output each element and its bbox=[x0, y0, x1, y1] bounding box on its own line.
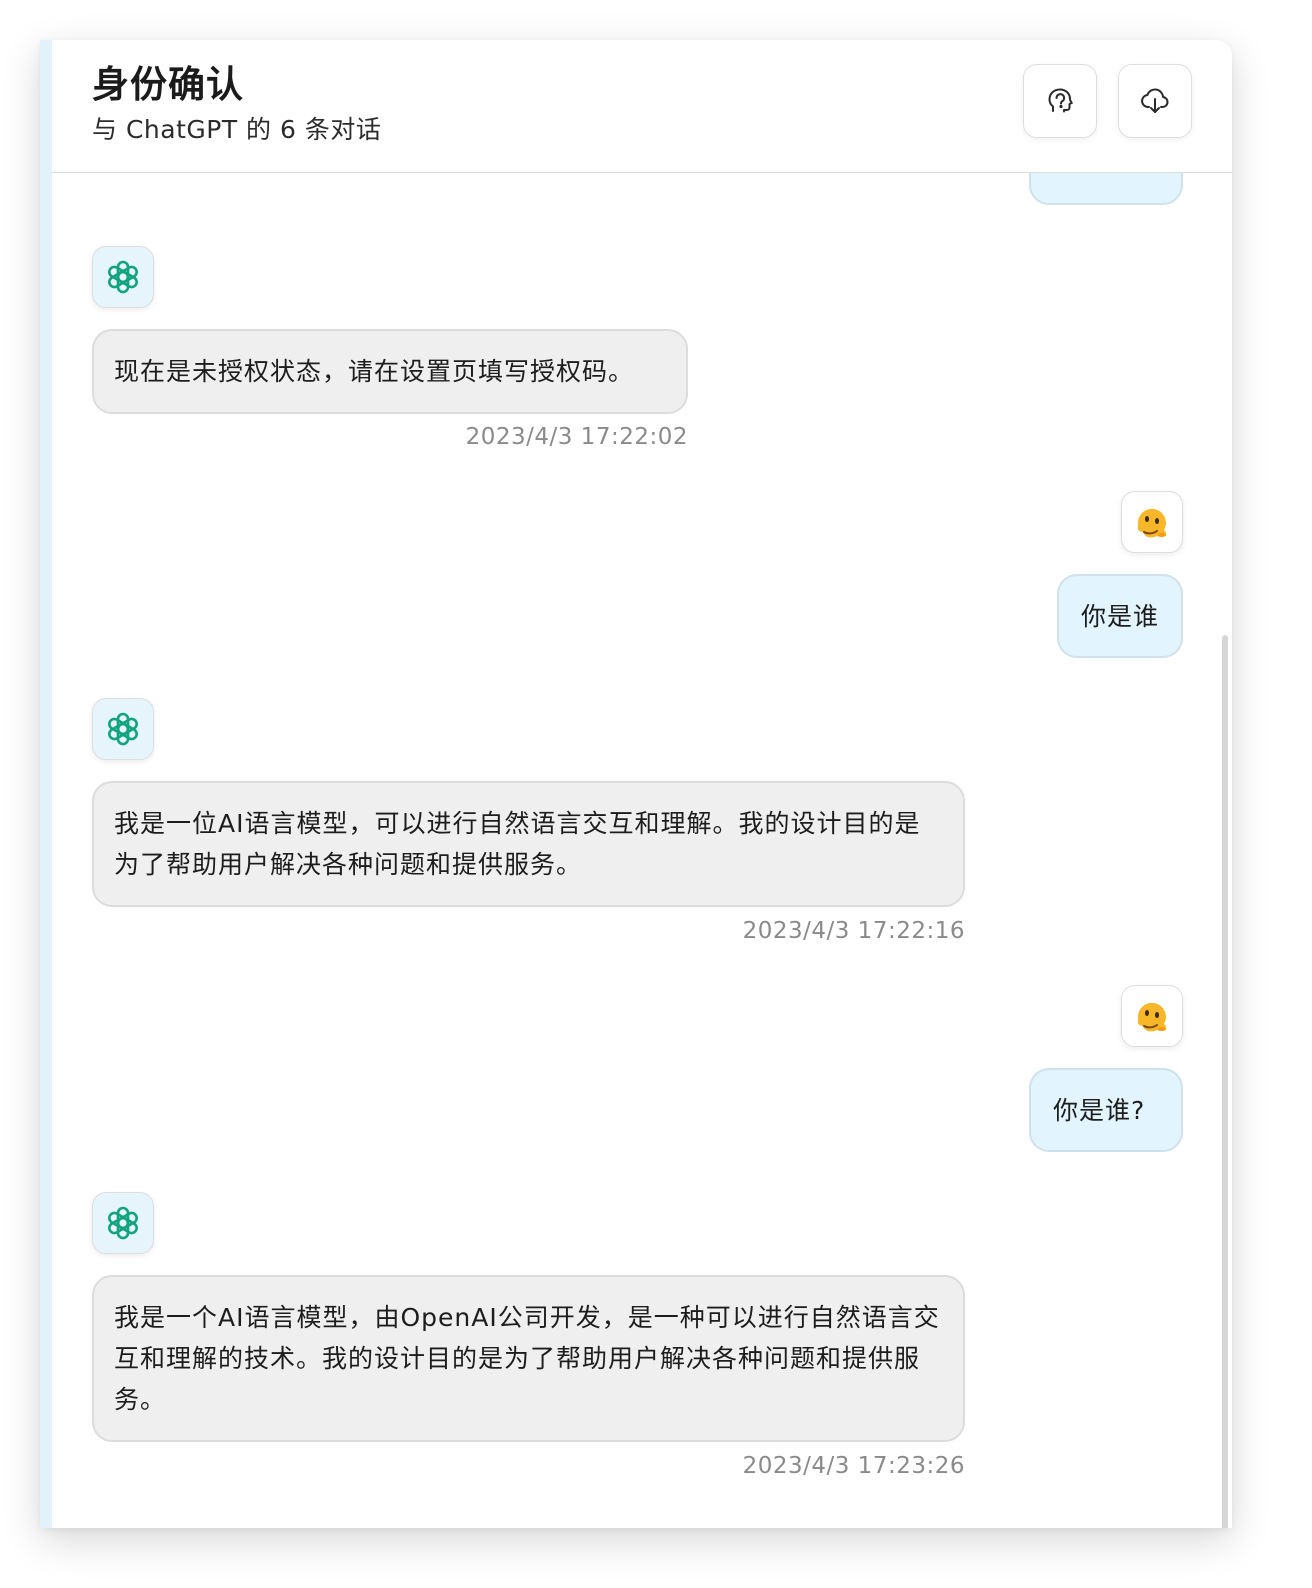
openai-logo-icon bbox=[108, 712, 138, 746]
bot-message-bubble: 我是一位AI语言模型，可以进行自然语言交互和理解。我的设计目的是为了帮助用户解决… bbox=[92, 781, 965, 907]
conversation-title: 身份确认 bbox=[92, 63, 244, 106]
message-timestamp: 2023/4/3 17:22:02 bbox=[465, 424, 688, 450]
bot-message-text: 我是一个AI语言模型，由OpenAI公司开发，是一种可以进行自然语言交互和理解的… bbox=[114, 1303, 940, 1414]
bot-message-text: 现在是未授权状态，请在设置页填写授权码。 bbox=[114, 357, 635, 386]
cloud-download-icon bbox=[1141, 88, 1169, 113]
window-left-accent bbox=[40, 40, 52, 1528]
user-message-bubble: 你是谁 bbox=[1057, 574, 1183, 658]
previous-user-message-bubble bbox=[1029, 173, 1183, 205]
brain-icon bbox=[1048, 88, 1073, 113]
chat-scroll-area[interactable]: 现在是未授权状态，请在设置页填写授权码。 2023/4/3 17:22:02 你… bbox=[52, 173, 1232, 1528]
bot-avatar bbox=[92, 698, 154, 760]
chat-header: 身份确认 与 ChatGPT 的 6 条对话 bbox=[52, 40, 1232, 173]
download-button[interactable] bbox=[1118, 64, 1192, 138]
message-timestamp: 2023/4/3 17:23:26 bbox=[742, 1453, 965, 1479]
conversation-subtitle: 与 ChatGPT 的 6 条对话 bbox=[92, 115, 382, 144]
bot-message-text: 我是一位AI语言模型，可以进行自然语言交互和理解。我的设计目的是为了帮助用户解决… bbox=[114, 809, 921, 879]
user-avatar bbox=[1121, 491, 1183, 553]
bot-avatar bbox=[92, 246, 154, 308]
melting-face-emoji bbox=[1137, 508, 1167, 538]
melting-face-emoji bbox=[1137, 1002, 1167, 1032]
bot-avatar bbox=[92, 1192, 154, 1254]
openai-logo-icon bbox=[108, 1206, 138, 1240]
chat-scrollbar[interactable] bbox=[1222, 635, 1228, 1528]
user-message-bubble: 你是谁? bbox=[1029, 1068, 1183, 1152]
brain-button[interactable] bbox=[1023, 64, 1097, 138]
message-timestamp: 2023/4/3 17:22:16 bbox=[742, 918, 965, 944]
openai-logo-icon bbox=[108, 260, 138, 294]
chat-window: 身份确认 与 ChatGPT 的 6 条对话 现在是未授权状态，请在设置页填写授… bbox=[40, 40, 1232, 1528]
bot-message-bubble: 现在是未授权状态，请在设置页填写授权码。 bbox=[92, 329, 688, 414]
user-message-text: 你是谁? bbox=[1053, 1096, 1146, 1125]
user-message-text: 你是谁 bbox=[1081, 602, 1160, 631]
user-avatar bbox=[1121, 985, 1183, 1047]
bot-message-bubble: 我是一个AI语言模型，由OpenAI公司开发，是一种可以进行自然语言交互和理解的… bbox=[92, 1275, 965, 1442]
